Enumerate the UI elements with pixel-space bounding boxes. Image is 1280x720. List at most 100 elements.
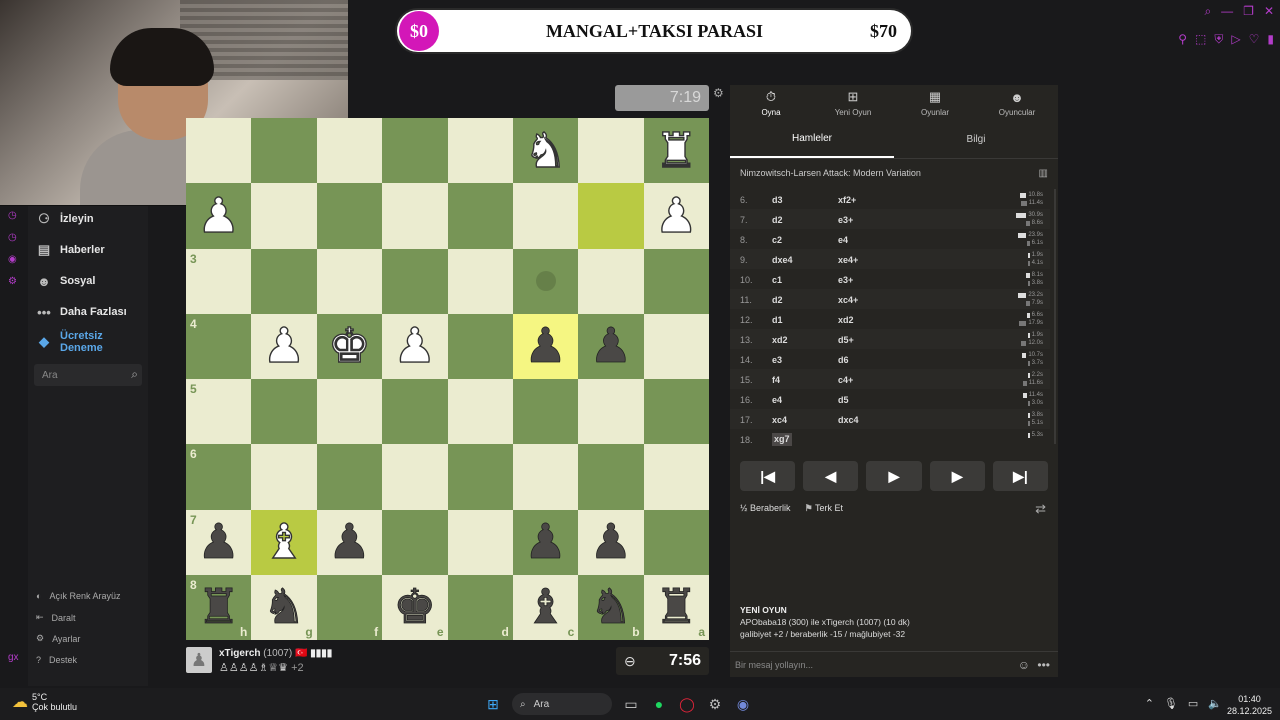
white-bishop-icon[interactable]: ♝ (262, 517, 306, 566)
search-icon[interactable]: ⌕ (131, 367, 138, 382)
spotify-icon[interactable]: ● (650, 695, 668, 713)
black-bishop-icon[interactable]: ♝ (524, 583, 568, 632)
black-move[interactable]: xe4+ (838, 255, 858, 265)
close-icon[interactable]: ✕ (1264, 4, 1274, 19)
gx-icon[interactable]: gx (8, 652, 19, 663)
white-move[interactable]: f4 (772, 375, 780, 385)
start-icon[interactable]: ⊞ (484, 695, 502, 713)
black-pawn-icon[interactable]: ♟ (524, 322, 568, 371)
board-square[interactable]: ♟ (578, 509, 644, 575)
restore-icon[interactable]: ❐ (1243, 4, 1254, 19)
white-pawn-icon[interactable]: ♟ (262, 322, 306, 371)
sidebar-item-more[interactable]: ••• Daha Fazlası (36, 304, 126, 320)
black-move[interactable]: e4 (838, 235, 848, 245)
tab-play[interactable]: ⏱ Oyna (730, 85, 812, 121)
board-square[interactable]: c ♝ (512, 574, 579, 640)
black-pawn-icon[interactable]: ♟ (589, 322, 633, 371)
tab-games[interactable]: ▦ Oyunlar (894, 85, 976, 121)
black-king-icon[interactable]: ♚ (393, 583, 437, 632)
board-square[interactable]: ♟ (382, 313, 448, 379)
board-square[interactable] (251, 379, 317, 445)
board-square[interactable]: g ♞ (251, 574, 317, 640)
microphone-icon[interactable]: 🎙 (1164, 697, 1178, 710)
white-move[interactable]: d3 (772, 195, 783, 205)
board-square[interactable] (382, 509, 448, 575)
board-square[interactable] (643, 509, 709, 575)
white-move[interactable]: d1 (772, 315, 783, 325)
more-options-icon[interactable]: ••• (1037, 652, 1050, 678)
tab-new-game[interactable]: ⊞ Yeni Oyun (812, 85, 894, 121)
board-square[interactable]: 3 (186, 248, 252, 314)
board-square[interactable] (316, 379, 383, 445)
pin-icon[interactable]: ⚲ (1178, 32, 1187, 47)
white-move[interactable]: e4 (772, 395, 782, 405)
black-rook-icon[interactable]: ♜ (654, 583, 698, 632)
play-icon[interactable]: ▷ (1231, 32, 1240, 47)
sidebar-item-support[interactable]: ? Destek (36, 655, 77, 665)
system-clock[interactable]: 01:40 28.12.2025 (1227, 693, 1272, 717)
heart-icon[interactable]: ♡ (1249, 32, 1260, 47)
board-square[interactable] (447, 444, 513, 510)
board-square[interactable] (643, 379, 709, 445)
board-square[interactable] (316, 183, 383, 249)
black-move[interactable]: xf2+ (838, 195, 856, 205)
board-square[interactable]: ♟ (578, 313, 644, 379)
board-square[interactable]: ♟ (643, 183, 709, 249)
board-square[interactable] (512, 183, 579, 249)
board-square[interactable] (447, 118, 513, 184)
board-square[interactable] (578, 444, 644, 510)
board-square[interactable] (382, 118, 448, 184)
last-move-button[interactable]: ▶| (992, 461, 1049, 491)
board-square[interactable]: ♝ (251, 509, 317, 575)
tab-players[interactable]: ☻ Oyuncular (976, 85, 1058, 121)
black-move[interactable]: d6 (838, 355, 849, 365)
board-square[interactable]: d (447, 574, 513, 640)
sidebar-item-social[interactable]: ☻ Sosyal (36, 273, 95, 289)
board-square[interactable] (512, 444, 579, 510)
sidebar-item-watch[interactable]: ⚆ İzleyin (36, 211, 93, 227)
discord-icon[interactable]: ◉ (734, 695, 752, 713)
board-square[interactable] (316, 118, 383, 184)
board-square[interactable] (186, 118, 252, 184)
sidebar-item-light-theme[interactable]: ◐ Açık Renk Arayüz (36, 591, 120, 601)
offer-draw-button[interactable]: ½ Beraberlik (740, 503, 791, 514)
board-square[interactable] (447, 248, 513, 314)
white-move[interactable]: e3 (772, 355, 782, 365)
board-square[interactable]: 8 h ♜ (186, 574, 252, 640)
task-view-icon[interactable]: ▭ (622, 695, 640, 713)
board-square[interactable]: ♟ (316, 509, 383, 575)
next-move-button[interactable]: ▶ (929, 461, 985, 491)
sidebar-search[interactable]: Ara ⌕ (34, 364, 142, 386)
chevron-up-icon[interactable]: ⌃ (1145, 697, 1154, 710)
search-icon[interactable]: ⌕ (1204, 4, 1211, 19)
board-square[interactable] (382, 248, 448, 314)
board-square[interactable] (251, 248, 317, 314)
board-square[interactable] (251, 444, 317, 510)
sidebar-item-collapse[interactable]: ⇤ Daralt (36, 612, 76, 623)
black-pawn-icon[interactable]: ♟ (197, 518, 241, 567)
sidebar-item-news[interactable]: ▤ Haberler (36, 242, 105, 258)
board-square[interactable]: ♚ (316, 313, 383, 379)
board-square[interactable] (643, 313, 709, 379)
white-move[interactable]: c1 (772, 275, 782, 285)
weather-widget[interactable]: ☁ 5°C Çok bulutlu (12, 692, 77, 712)
black-rook-icon[interactable]: ♜ (197, 583, 241, 632)
board-square[interactable]: 6 (186, 444, 252, 510)
black-knight-icon[interactable]: ♞ (262, 583, 306, 632)
board-square[interactable]: e ♚ (382, 574, 448, 640)
board-square[interactable]: ♟ (512, 313, 579, 379)
minimize-icon[interactable]: — (1221, 4, 1233, 19)
settings-icon[interactable]: ⚙ (8, 276, 17, 287)
black-move[interactable]: xc4+ (838, 295, 858, 305)
board-square[interactable]: ♟ (512, 509, 579, 575)
white-king-icon[interactable]: ♚ (327, 322, 371, 371)
chess-board[interactable]: ♞ ♜ ♟ ♟ 3 4 ♟ ♚ ♟ ♟ ♟ 5 6 7 ♟ ♝ ♟ ♟ ♟ 8 h ♜ g ♞ f e ♚ d c ♝ b ♞ a ♜ (186, 118, 709, 640)
board-square[interactable] (447, 183, 513, 249)
black-move[interactable]: e3+ (838, 215, 853, 225)
white-move[interactable]: d2 (772, 215, 783, 225)
board-square[interactable]: ♟ (186, 183, 252, 249)
board-square[interactable] (512, 379, 579, 445)
white-pawn-icon[interactable]: ♟ (393, 322, 437, 371)
clock-icon[interactable]: ◷ (8, 232, 17, 243)
sidebar-toggle-icon[interactable]: ▮ (1267, 32, 1274, 47)
